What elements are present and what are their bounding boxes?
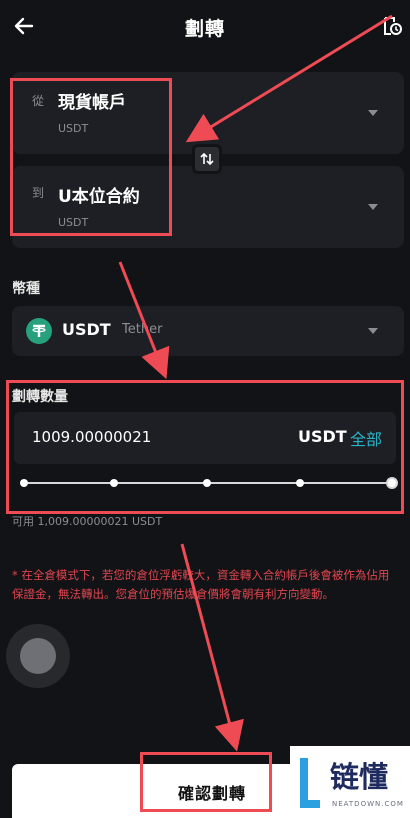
history-icon[interactable] xyxy=(380,14,404,38)
slider-step-75[interactable] xyxy=(296,479,304,487)
slider-step-25[interactable] xyxy=(110,479,118,487)
currency-symbol: USDT xyxy=(62,320,111,339)
to-label: 到 xyxy=(32,186,45,200)
amount-label: 劃轉數量 xyxy=(12,389,68,405)
from-account-selector[interactable]: 從 現貨帳戶 USDT xyxy=(12,72,404,154)
amount-slider-thumb[interactable] xyxy=(386,477,398,489)
amount-input[interactable]: 1009.00000021 USDT 全部 xyxy=(14,412,396,464)
max-amount-button[interactable]: 全部 xyxy=(350,426,382,450)
currency-selector[interactable]: USDT Tether xyxy=(12,306,404,356)
chevron-down-icon xyxy=(368,328,378,334)
available-balance: 可用 1,009.00000021 USDT xyxy=(12,515,163,528)
chevron-down-icon xyxy=(368,204,378,210)
from-label: 從 xyxy=(32,94,45,108)
floating-assistant-knob xyxy=(20,638,56,674)
watermark-logo-icon xyxy=(300,758,320,808)
amount-unit: USDT xyxy=(298,427,347,446)
watermark: 链懂 NEATDOWN.COM xyxy=(290,746,410,818)
slider-step-0[interactable] xyxy=(20,479,28,487)
swap-vertical-icon xyxy=(200,152,214,166)
watermark-subtext: NEATDOWN.COM xyxy=(332,800,404,808)
slider-step-50[interactable] xyxy=(203,479,211,487)
warning-notice: * 在全倉模式下，若您的倉位浮虧較大，資金轉入合約帳戶後會被作為佔用保證金，無法… xyxy=(12,568,390,601)
swap-accounts-button[interactable] xyxy=(192,144,222,174)
from-account-coin: USDT xyxy=(58,122,89,135)
page-title: 劃轉 xyxy=(184,18,225,40)
watermark-text: 链懂 xyxy=(330,760,389,794)
currency-name: Tether xyxy=(122,322,163,337)
from-account-name: 現貨帳戶 xyxy=(58,93,126,113)
to-account-name: U本位合約 xyxy=(58,187,140,207)
to-account-selector[interactable]: 到 U本位合約 USDT xyxy=(12,166,404,248)
currency-label: 幣種 xyxy=(12,281,40,297)
confirm-transfer-label: 確認劃轉 xyxy=(177,784,246,803)
to-account-coin: USDT xyxy=(58,216,89,229)
chevron-down-icon xyxy=(368,110,378,116)
tether-icon xyxy=(26,318,52,344)
amount-value[interactable]: 1009.00000021 xyxy=(32,428,151,446)
